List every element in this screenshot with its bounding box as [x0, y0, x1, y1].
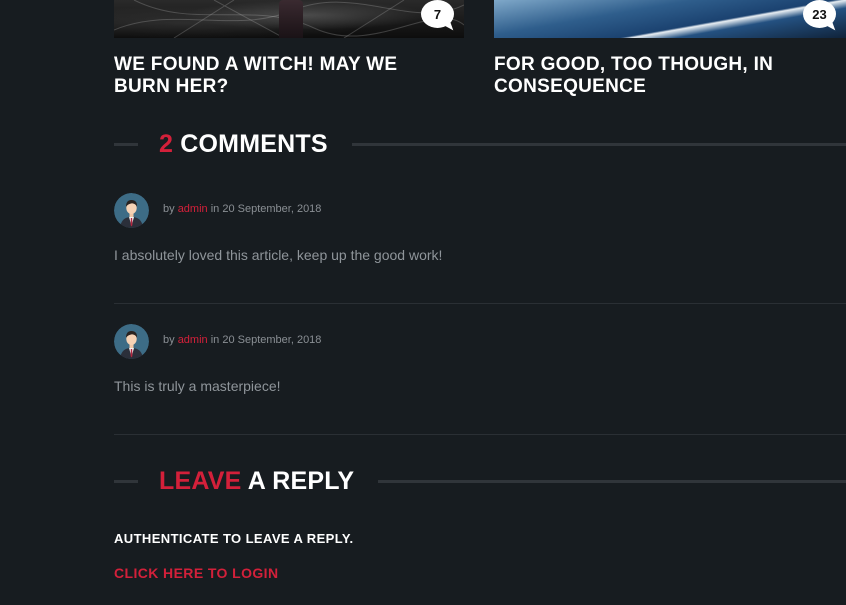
user-avatar-icon [114, 193, 149, 228]
post-image[interactable] [494, 0, 846, 38]
related-post-thumbnail-sea[interactable]: 23 [494, 0, 846, 38]
comment-meta: by admin in 20 September, 2018 [163, 334, 321, 346]
heading-rule-left [114, 142, 138, 146]
comments-heading: 2 COMMENTS [114, 124, 846, 164]
comment-in: in [210, 334, 220, 346]
comment-text: This is truly a masterpiece! [114, 378, 281, 394]
comment-count: 23 [812, 6, 827, 22]
comment-text: I absolutely loved this article, keep up… [114, 247, 443, 263]
reply-title-accent: LEAVE [159, 466, 242, 495]
related-post-title[interactable]: WE FOUND A WITCH! MAY WE BURN HER? [114, 54, 454, 98]
comments-count: 2 [159, 129, 174, 158]
comment-author-link[interactable]: admin [178, 334, 208, 346]
comment-divider [114, 303, 846, 304]
comment-count-badge[interactable]: 7 [421, 0, 454, 28]
comment-date: 20 September, 2018 [222, 203, 322, 215]
comment-count-badge[interactable]: 23 [803, 0, 836, 28]
comments-title: 2 COMMENTS [159, 130, 328, 159]
reply-title: LEAVE A REPLY [159, 467, 354, 496]
comment-item: by admin in 20 September, 2018 I absolut… [114, 193, 846, 303]
reply-heading: LEAVE A REPLY [114, 461, 846, 501]
comment-by: by [163, 334, 175, 346]
avatar[interactable] [114, 193, 149, 228]
comments-label: COMMENTS [180, 129, 328, 158]
login-link[interactable]: CLICK HERE TO LOGIN [114, 565, 278, 581]
avatar[interactable] [114, 324, 149, 359]
comment-count: 7 [433, 6, 442, 22]
heading-rule-right [378, 479, 846, 483]
related-post-thumbnail-witch[interactable]: 7 [114, 0, 464, 38]
heading-rule-left [114, 479, 138, 483]
reply-title-rest: A REPLY [247, 466, 355, 495]
comment-divider [114, 434, 846, 435]
related-post-title[interactable]: FOR GOOD, TOO THOUGH, IN CONSEQUENCE [494, 54, 834, 98]
post-image-figure [279, 0, 303, 38]
post-image[interactable] [114, 0, 464, 38]
heading-rule-right [351, 142, 846, 146]
comment-author-link[interactable]: admin [178, 203, 208, 215]
user-avatar-icon [114, 324, 149, 359]
auth-message: AUTHENTICATE TO LEAVE A REPLY. [114, 531, 354, 546]
comment-meta: by admin in 20 September, 2018 [163, 203, 321, 215]
comment-in: in [210, 203, 220, 215]
comment-by: by [163, 203, 175, 215]
comment-item: by admin in 20 September, 2018 This is t… [114, 324, 846, 434]
comment-date: 20 September, 2018 [222, 334, 322, 346]
